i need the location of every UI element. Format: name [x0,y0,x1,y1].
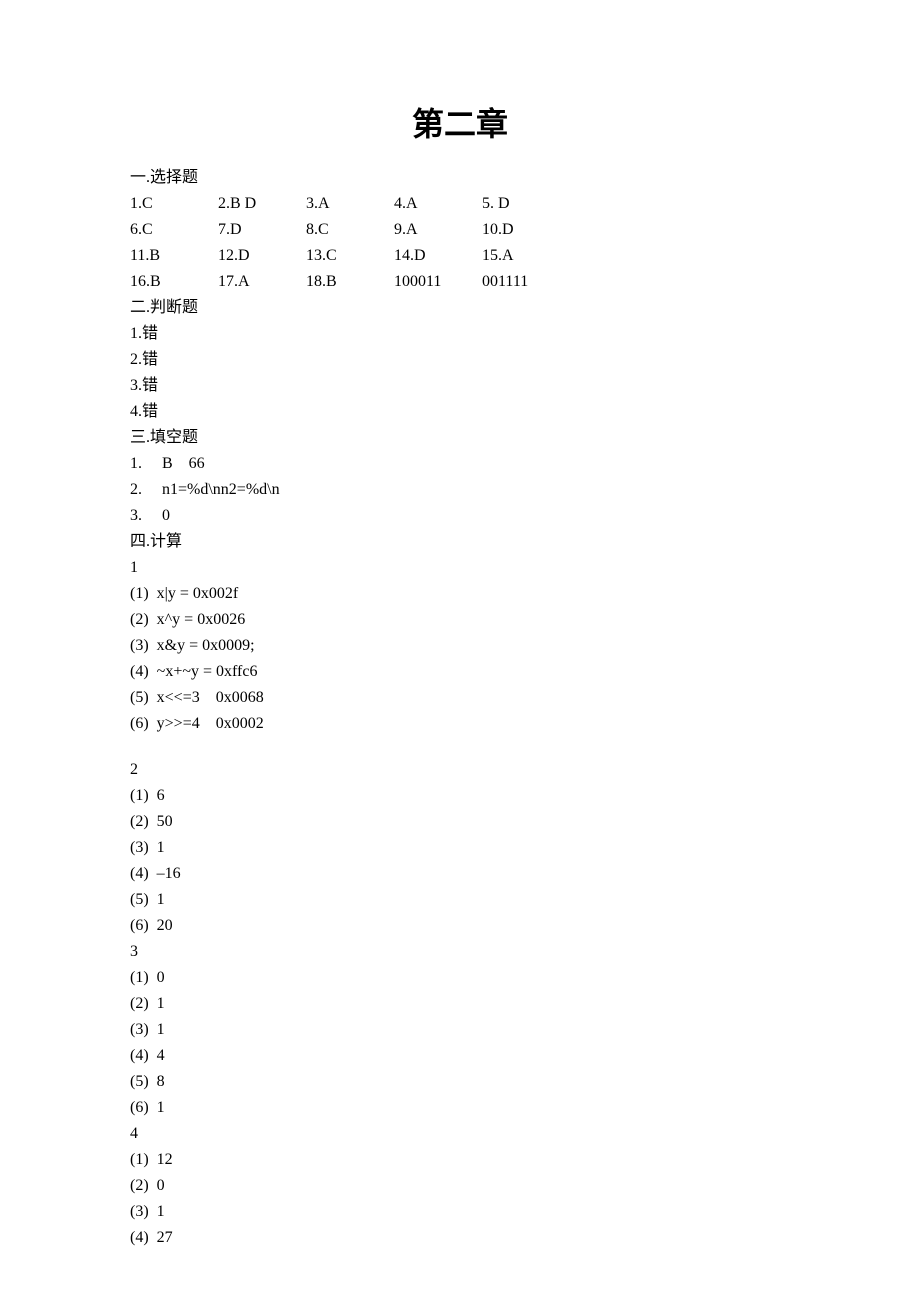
section2-item: 2.错 [130,348,790,372]
group-item: (2) x^y = 0x0026 [130,608,790,632]
group-num: 4 [130,1122,790,1146]
blank-line [130,736,790,756]
group-num: 2 [130,758,790,782]
answer-cell: 1.C [130,192,218,216]
section2-heading: 二.判断题 [130,296,790,320]
group-num: 3 [130,940,790,964]
group-item: (2) 0 [130,1174,790,1198]
answer-cell: 2.B D [218,192,306,216]
answer-cell: 11.B [130,244,218,268]
group-item: (3) 1 [130,1018,790,1042]
group-item: (5) 1 [130,888,790,912]
group-item: (5) x<<=3 0x0068 [130,686,790,710]
group-item: (4) –16 [130,862,790,886]
answer-cell: 12.D [218,244,306,268]
answer-cell: 15.A [482,244,570,268]
section1-row: 1.C 2.B D 3.A 4.A 5. D [130,192,790,216]
answer-cell: 7.D [218,218,306,242]
answer-cell: 10.D [482,218,570,242]
answer-cell: 001111 [482,270,570,294]
section4-heading: 四.计算 [130,530,790,554]
section3-item: 2. n1=%d\nn2=%d\n [130,478,790,502]
group-item: (5) 8 [130,1070,790,1094]
section1-row: 6.C 7.D 8.C 9.A 10.D [130,218,790,242]
section2-item: 4.错 [130,400,790,424]
group-item: (1) 6 [130,784,790,808]
answer-cell: 100011 [394,270,482,294]
answer-cell: 16.B [130,270,218,294]
section2-item: 3.错 [130,374,790,398]
group-item: (1) 0 [130,966,790,990]
section2-item: 1.错 [130,322,790,346]
group-item: (3) x&y = 0x0009; [130,634,790,658]
group-num: 1 [130,556,790,580]
group-item: (6) 1 [130,1096,790,1120]
group-item: (3) 1 [130,836,790,860]
section3-item: 1. B 66 [130,452,790,476]
section1-heading: 一.选择题 [130,166,790,190]
answer-cell: 5. D [482,192,570,216]
answer-cell: 4.A [394,192,482,216]
answer-cell: 8.C [306,218,394,242]
group-item: (1) x|y = 0x002f [130,582,790,606]
group-item: (2) 1 [130,992,790,1016]
section1-row: 16.B 17.A 18.B 100011 001111 [130,270,790,294]
answer-cell: 3.A [306,192,394,216]
group-item: (1) 12 [130,1148,790,1172]
group-item: (4) ~x+~y = 0xffc6 [130,660,790,684]
group-item: (6) 20 [130,914,790,938]
answer-cell: 13.C [306,244,394,268]
group-item: (4) 4 [130,1044,790,1068]
group-item: (6) y>>=4 0x0002 [130,712,790,736]
answer-cell: 9.A [394,218,482,242]
section3-item: 3. 0 [130,504,790,528]
answer-cell: 17.A [218,270,306,294]
answer-cell: 6.C [130,218,218,242]
section1-row: 11.B 12.D 13.C 14.D 15.A [130,244,790,268]
answer-cell: 14.D [394,244,482,268]
group-item: (2) 50 [130,810,790,834]
chapter-title: 第二章 [130,100,790,148]
group-item: (3) 1 [130,1200,790,1224]
answer-cell: 18.B [306,270,394,294]
group-item: (4) 27 [130,1226,790,1250]
section3-heading: 三.填空题 [130,426,790,450]
